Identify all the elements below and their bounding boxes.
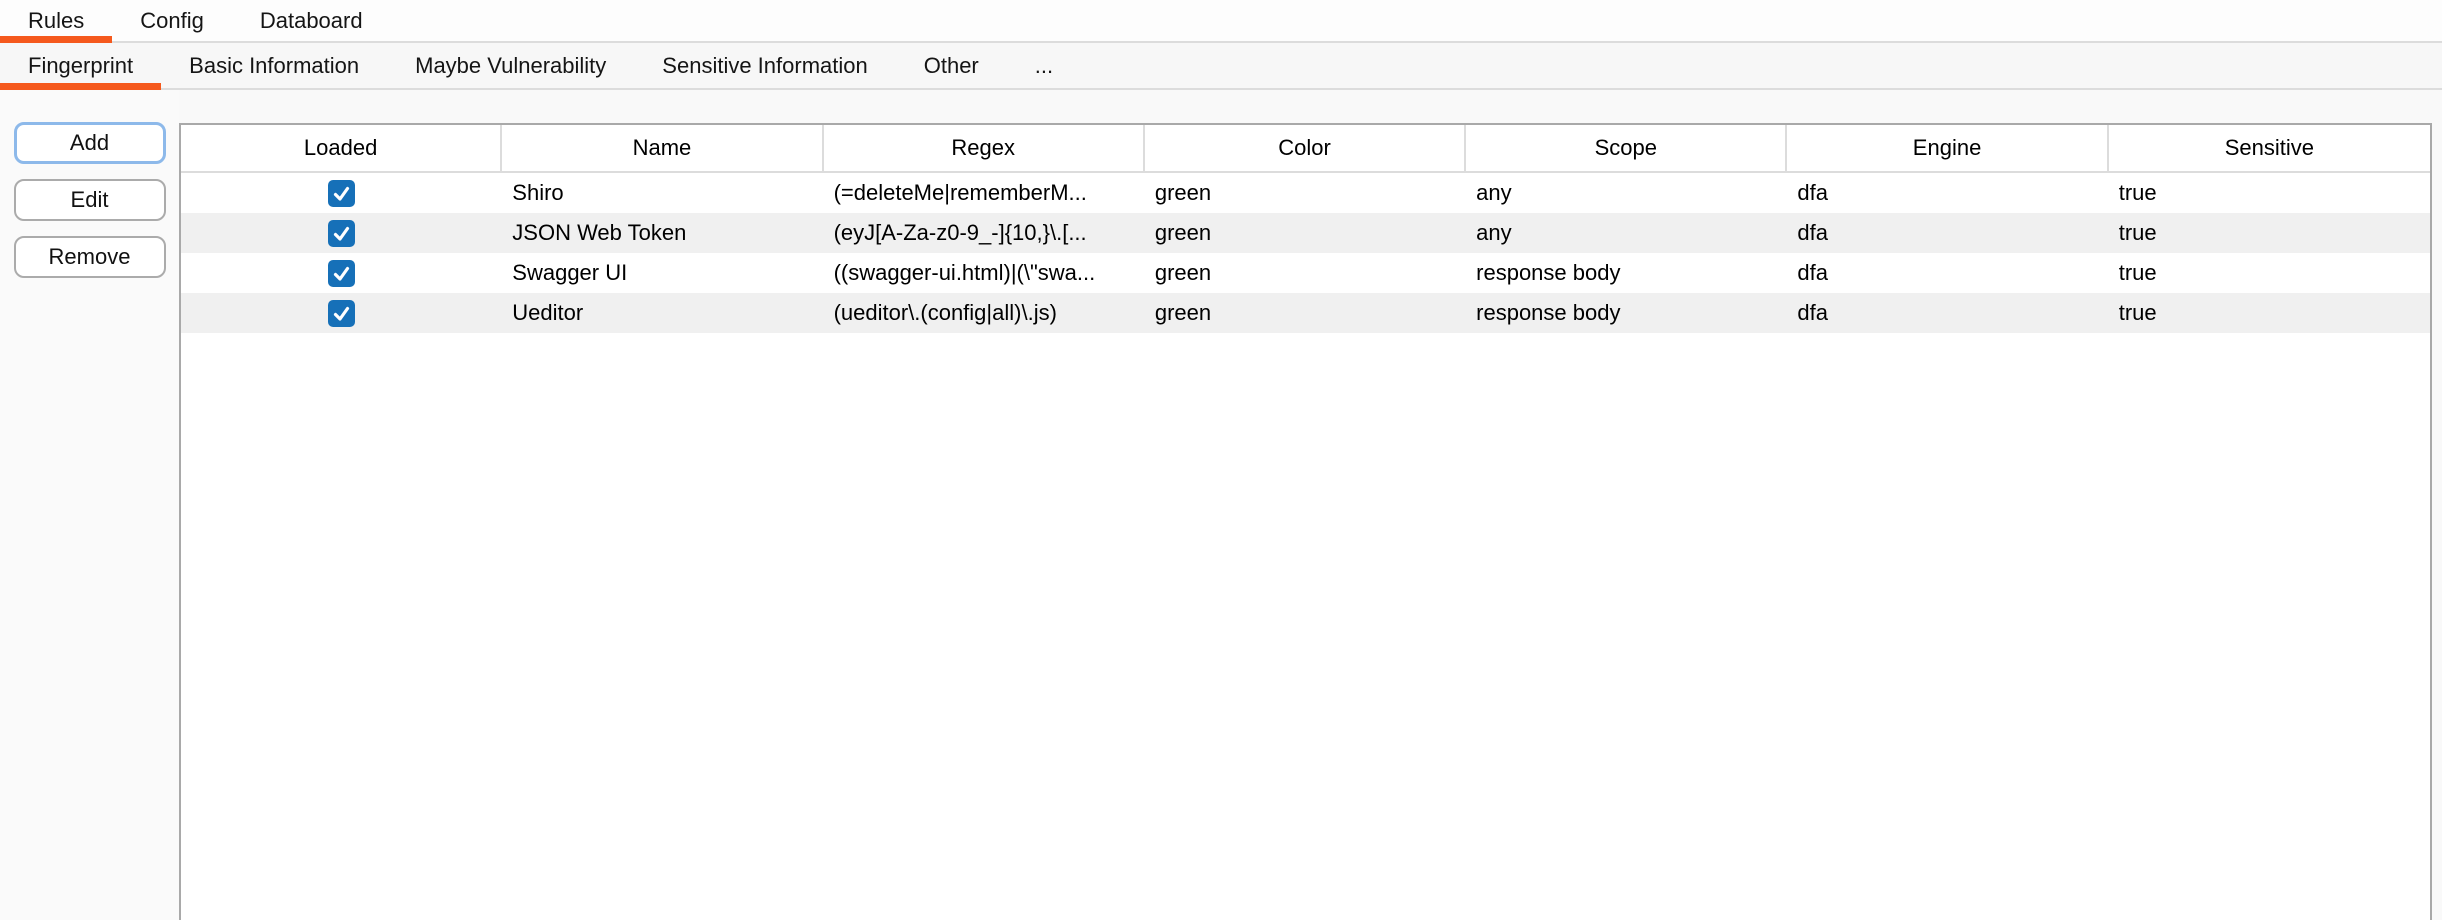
cell-color: green [1145,293,1466,333]
table-row[interactable]: JSON Web Token (eyJ[A-Za-z0-9_-]{10,}\.[… [181,213,2430,253]
column-header-engine[interactable]: Engine [1787,125,2108,171]
column-header-color[interactable]: Color [1145,125,1466,171]
cell-loaded [181,213,502,253]
tab-databoard[interactable]: Databoard [232,0,391,41]
cell-color: green [1145,173,1466,213]
cell-regex: (ueditor\.(config|all)\.js) [824,293,1145,333]
cell-name: JSON Web Token [502,213,823,253]
cell-sensitive: true [2109,213,2430,253]
tab-more-label: ... [1035,53,1053,79]
table-body: Shiro (=deleteMe|rememberM... green any … [181,173,2430,333]
cell-color: green [1145,213,1466,253]
tab-sensitive-information[interactable]: Sensitive Information [634,43,895,88]
cell-color: green [1145,253,1466,293]
tab-databoard-label: Databoard [260,8,363,34]
tab-basic-information-label: Basic Information [189,53,359,79]
table-header: Loaded Name Regex Color Scope Engine Sen… [181,125,2430,173]
remove-button[interactable]: Remove [14,236,166,278]
secondary-tabbar: Fingerprint Basic Information Maybe Vuln… [0,43,2442,90]
tab-config[interactable]: Config [112,0,232,41]
cell-engine: dfa [1787,253,2108,293]
tab-basic-information[interactable]: Basic Information [161,43,387,88]
tab-fingerprint[interactable]: Fingerprint [0,43,161,88]
loaded-checkbox[interactable] [328,300,355,327]
add-button[interactable]: Add [14,122,166,164]
tab-rules[interactable]: Rules [0,0,112,41]
tab-maybe-vulnerability-label: Maybe Vulnerability [415,53,606,79]
tab-fingerprint-label: Fingerprint [28,53,133,79]
loaded-checkbox[interactable] [328,180,355,207]
fingerprint-rules-table: Loaded Name Regex Color Scope Engine Sen… [179,123,2432,920]
cell-regex: (=deleteMe|rememberM... [824,173,1145,213]
edit-button[interactable]: Edit [14,179,166,221]
sidebar: Add Edit Remove [0,90,179,920]
cell-loaded [181,173,502,213]
cell-scope: any [1466,213,1787,253]
cell-sensitive: true [2109,173,2430,213]
cell-scope: response body [1466,253,1787,293]
cell-name: Swagger UI [502,253,823,293]
cell-sensitive: true [2109,293,2430,333]
cell-scope: any [1466,173,1787,213]
loaded-checkbox[interactable] [328,260,355,287]
checkmark-icon [332,304,351,323]
cell-regex: ((swagger-ui.html)|(\"swa... [824,253,1145,293]
cell-name: Ueditor [502,293,823,333]
tab-other-label: Other [924,53,979,79]
checkmark-icon [332,184,351,203]
table-row[interactable]: Shiro (=deleteMe|rememberM... green any … [181,173,2430,213]
tab-other[interactable]: Other [896,43,1007,88]
cell-engine: dfa [1787,213,2108,253]
tab-sensitive-information-label: Sensitive Information [662,53,867,79]
loaded-checkbox[interactable] [328,220,355,247]
cell-loaded [181,293,502,333]
tab-more[interactable]: ... [1007,43,1081,88]
column-header-scope[interactable]: Scope [1466,125,1787,171]
column-header-loaded[interactable]: Loaded [181,125,502,171]
cell-engine: dfa [1787,173,2108,213]
cell-sensitive: true [2109,253,2430,293]
tab-maybe-vulnerability[interactable]: Maybe Vulnerability [387,43,634,88]
cell-loaded [181,253,502,293]
column-header-regex[interactable]: Regex [824,125,1145,171]
cell-scope: response body [1466,293,1787,333]
tab-config-label: Config [140,8,204,34]
cell-engine: dfa [1787,293,2108,333]
checkmark-icon [332,224,351,243]
column-header-name[interactable]: Name [502,125,823,171]
cell-name: Shiro [502,173,823,213]
primary-tabbar: Rules Config Databoard [0,0,2442,43]
column-header-sensitive[interactable]: Sensitive [2109,125,2430,171]
tab-rules-label: Rules [28,8,84,34]
cell-regex: (eyJ[A-Za-z0-9_-]{10,}\.[... [824,213,1145,253]
table-row[interactable]: Swagger UI ((swagger-ui.html)|(\"swa... … [181,253,2430,293]
checkmark-icon [332,264,351,283]
table-row[interactable]: Ueditor (ueditor\.(config|all)\.js) gree… [181,293,2430,333]
